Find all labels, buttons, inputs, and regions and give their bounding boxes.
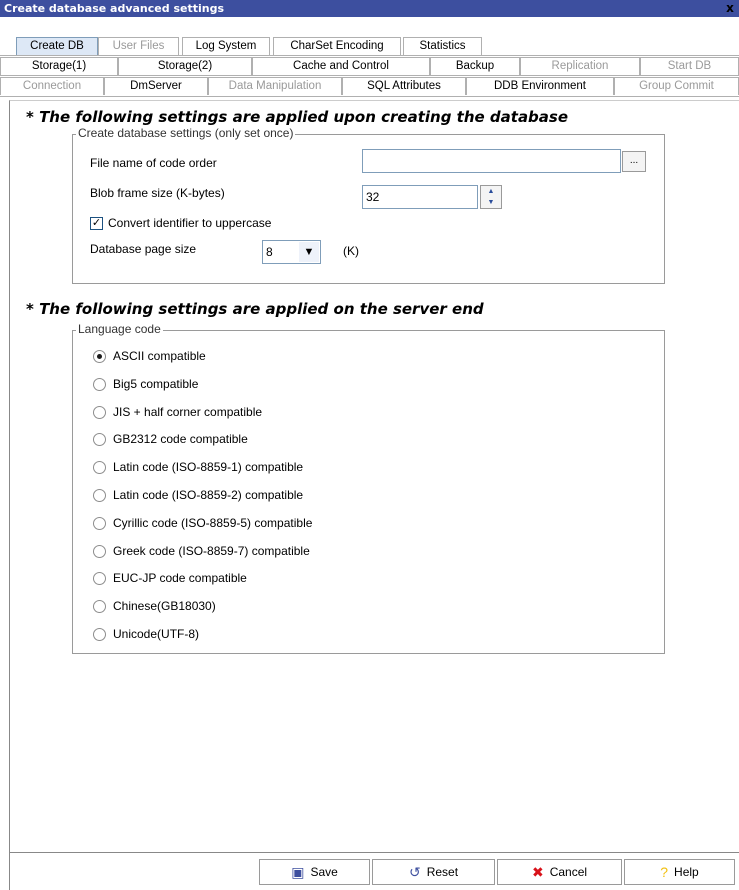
language-radio[interactable] [93,600,106,613]
tab-group-commit[interactable]: Group Commit [614,77,739,95]
server-section-heading: * The following settings are applied on … [26,300,484,318]
tab-charset-encoding[interactable]: CharSet Encoding [273,37,401,55]
window-title: Create database advanced settings [4,2,224,15]
tab-storage-2[interactable]: Storage(2) [118,57,252,75]
tab-connection[interactable]: Connection [0,77,104,95]
help-button-label: Help [674,865,699,879]
page-size-label: Database page size [90,242,197,256]
language-radio-label: GB2312 code compatible [113,432,248,446]
tab-row-2-divider [0,75,739,76]
floppy-icon: ▣ [291,864,305,880]
code-order-input[interactable] [362,149,621,173]
language-radio-label: Latin code (ISO-8859-2) compatible [113,488,304,502]
language-radio[interactable] [93,378,106,391]
page-size-select[interactable]: 8 ▼ [262,240,321,264]
create-section-heading: * The following settings are applied upo… [26,108,569,126]
browse-button[interactable]: ... [622,151,646,172]
language-radio[interactable] [93,628,106,641]
uppercase-checkbox[interactable]: ✓ [90,217,103,230]
language-radio[interactable] [93,350,106,363]
language-code-legend: Language code [76,322,163,336]
window-titlebar: Create database advanced settings x [0,0,739,17]
tab-user-files[interactable]: User Files [98,37,179,55]
language-radio-label: Latin code (ISO-8859-1) compatible [113,460,304,474]
save-button-label: Save [310,865,338,879]
tab-row-1-divider [0,55,739,56]
help-icon: ? [660,864,669,880]
chevron-down-icon[interactable]: ▼ [299,242,319,262]
language-radio[interactable] [93,489,106,502]
reset-button[interactable]: ↺ Reset [372,859,495,885]
tab-storage-1[interactable]: Storage(1) [0,57,118,75]
tab-ddb-environment[interactable]: DDB Environment [466,77,614,95]
tab-dmserver[interactable]: DmServer [104,77,208,95]
language-radio-label: Unicode(UTF-8) [113,627,200,641]
language-radio[interactable] [93,517,106,530]
page-size-value: 8 [266,245,273,259]
language-radio[interactable] [93,572,106,585]
language-radio[interactable] [93,433,106,446]
reset-icon: ↺ [408,864,421,880]
spinner-down-icon[interactable]: ▼ [481,197,501,208]
close-icon[interactable]: x [724,1,736,15]
tab-create-db[interactable]: Create DB [16,37,98,55]
tab-start-db[interactable]: Start DB [640,57,739,75]
create-settings-legend: Create database settings (only set once) [76,126,296,140]
tab-log-system[interactable]: Log System [182,37,270,55]
tab-statistics[interactable]: Statistics [403,37,482,55]
blob-frame-input[interactable] [362,185,478,209]
page-size-unit: (K) [343,244,359,258]
tab-sql-attributes[interactable]: SQL Attributes [342,77,466,95]
cancel-button-label: Cancel [549,865,588,879]
blob-frame-spinner[interactable]: ▲ ▼ [480,185,502,209]
tab-cache-and-control[interactable]: Cache and Control [252,57,430,75]
tab-replication[interactable]: Replication [520,57,640,75]
cancel-button[interactable]: ✖ Cancel [497,859,622,885]
language-radio[interactable] [93,406,106,419]
language-radio[interactable] [93,461,106,474]
tab-row-2: Storage(1) Storage(2) Cache and Control … [0,57,739,75]
language-radio-label: Cyrillic code (ISO-8859-5) compatible [113,516,313,530]
tab-backup[interactable]: Backup [430,57,520,75]
help-button[interactable]: ? Help [624,859,735,885]
blob-frame-label: Blob frame size (K-bytes) [90,186,225,200]
language-radio-label: JIS + half corner compatible [113,405,263,419]
tab-data-manipulation[interactable]: Data Manipulation [208,77,342,95]
save-button[interactable]: ▣ Save [259,859,370,885]
reset-button-label: Reset [426,865,459,879]
language-radio[interactable] [93,545,106,558]
language-radio-label: Big5 compatible [113,377,199,391]
tab-row-3: Connection DmServer Data Manipulation SQ… [0,77,739,95]
code-order-label: File name of code order [90,156,217,170]
language-radio-label: Chinese(GB18030) [113,599,216,613]
spinner-up-icon[interactable]: ▲ [481,186,501,197]
tab-row-1: Create DB User Files Log System CharSet … [0,37,739,55]
language-radio-label: Greek code (ISO-8859-7) compatible [113,544,310,558]
uppercase-label: Convert identifier to uppercase [108,216,272,230]
language-radio-label: EUC-JP code compatible [113,571,247,585]
language-radio-label: ASCII compatible [113,349,206,363]
tab-row-3-divider [0,96,739,97]
cancel-x-icon: ✖ [531,864,544,880]
